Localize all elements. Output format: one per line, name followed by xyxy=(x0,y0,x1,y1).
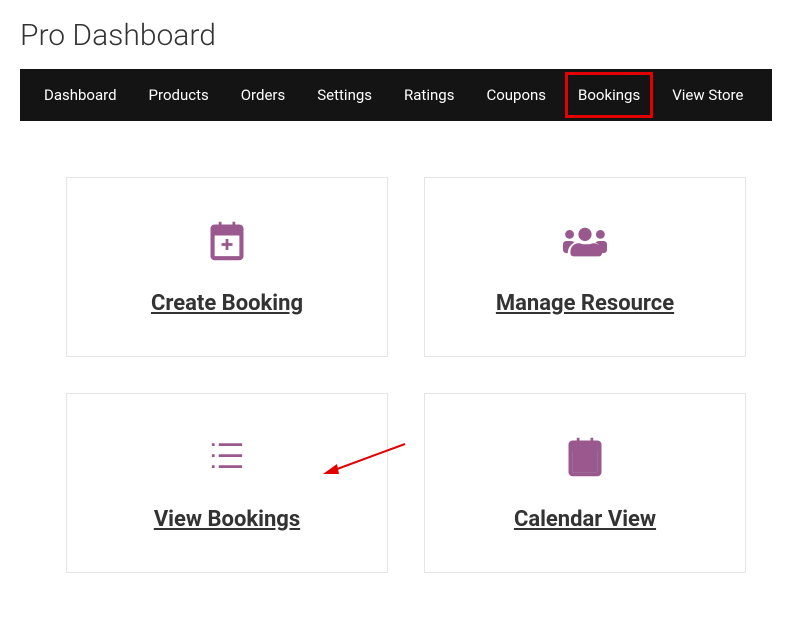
nav-item-bookings[interactable]: Bookings xyxy=(562,69,656,121)
nav-item-coupons[interactable]: Coupons xyxy=(470,69,562,121)
card-label: Manage Resource xyxy=(496,291,674,316)
card-label: Calendar View xyxy=(514,507,656,532)
arrow-annotation-icon xyxy=(319,442,409,478)
calendar-icon xyxy=(563,435,607,479)
nav-item-orders[interactable]: Orders xyxy=(225,69,302,121)
list-icon xyxy=(205,435,249,479)
card-view-bookings[interactable]: View Bookings xyxy=(66,393,388,573)
users-icon xyxy=(563,219,607,263)
nav-item-view-store[interactable]: View Store xyxy=(656,69,759,121)
card-label: View Bookings xyxy=(154,507,300,532)
card-label: Create Booking xyxy=(151,291,303,316)
nav-item-ratings[interactable]: Ratings xyxy=(388,69,470,121)
nav-item-settings[interactable]: Settings xyxy=(301,69,388,121)
nav-item-dashboard[interactable]: Dashboard xyxy=(28,69,133,121)
main-nav: Dashboard Products Orders Settings Ratin… xyxy=(20,69,772,121)
nav-item-products[interactable]: Products xyxy=(133,69,225,121)
cards-grid: Create Booking Manage Resource View Book… xyxy=(0,121,792,593)
card-create-booking[interactable]: Create Booking xyxy=(66,177,388,357)
card-manage-resource[interactable]: Manage Resource xyxy=(424,177,746,357)
card-calendar-view[interactable]: Calendar View xyxy=(424,393,746,573)
calendar-plus-icon xyxy=(205,219,249,263)
page-title: Pro Dashboard xyxy=(0,0,792,69)
